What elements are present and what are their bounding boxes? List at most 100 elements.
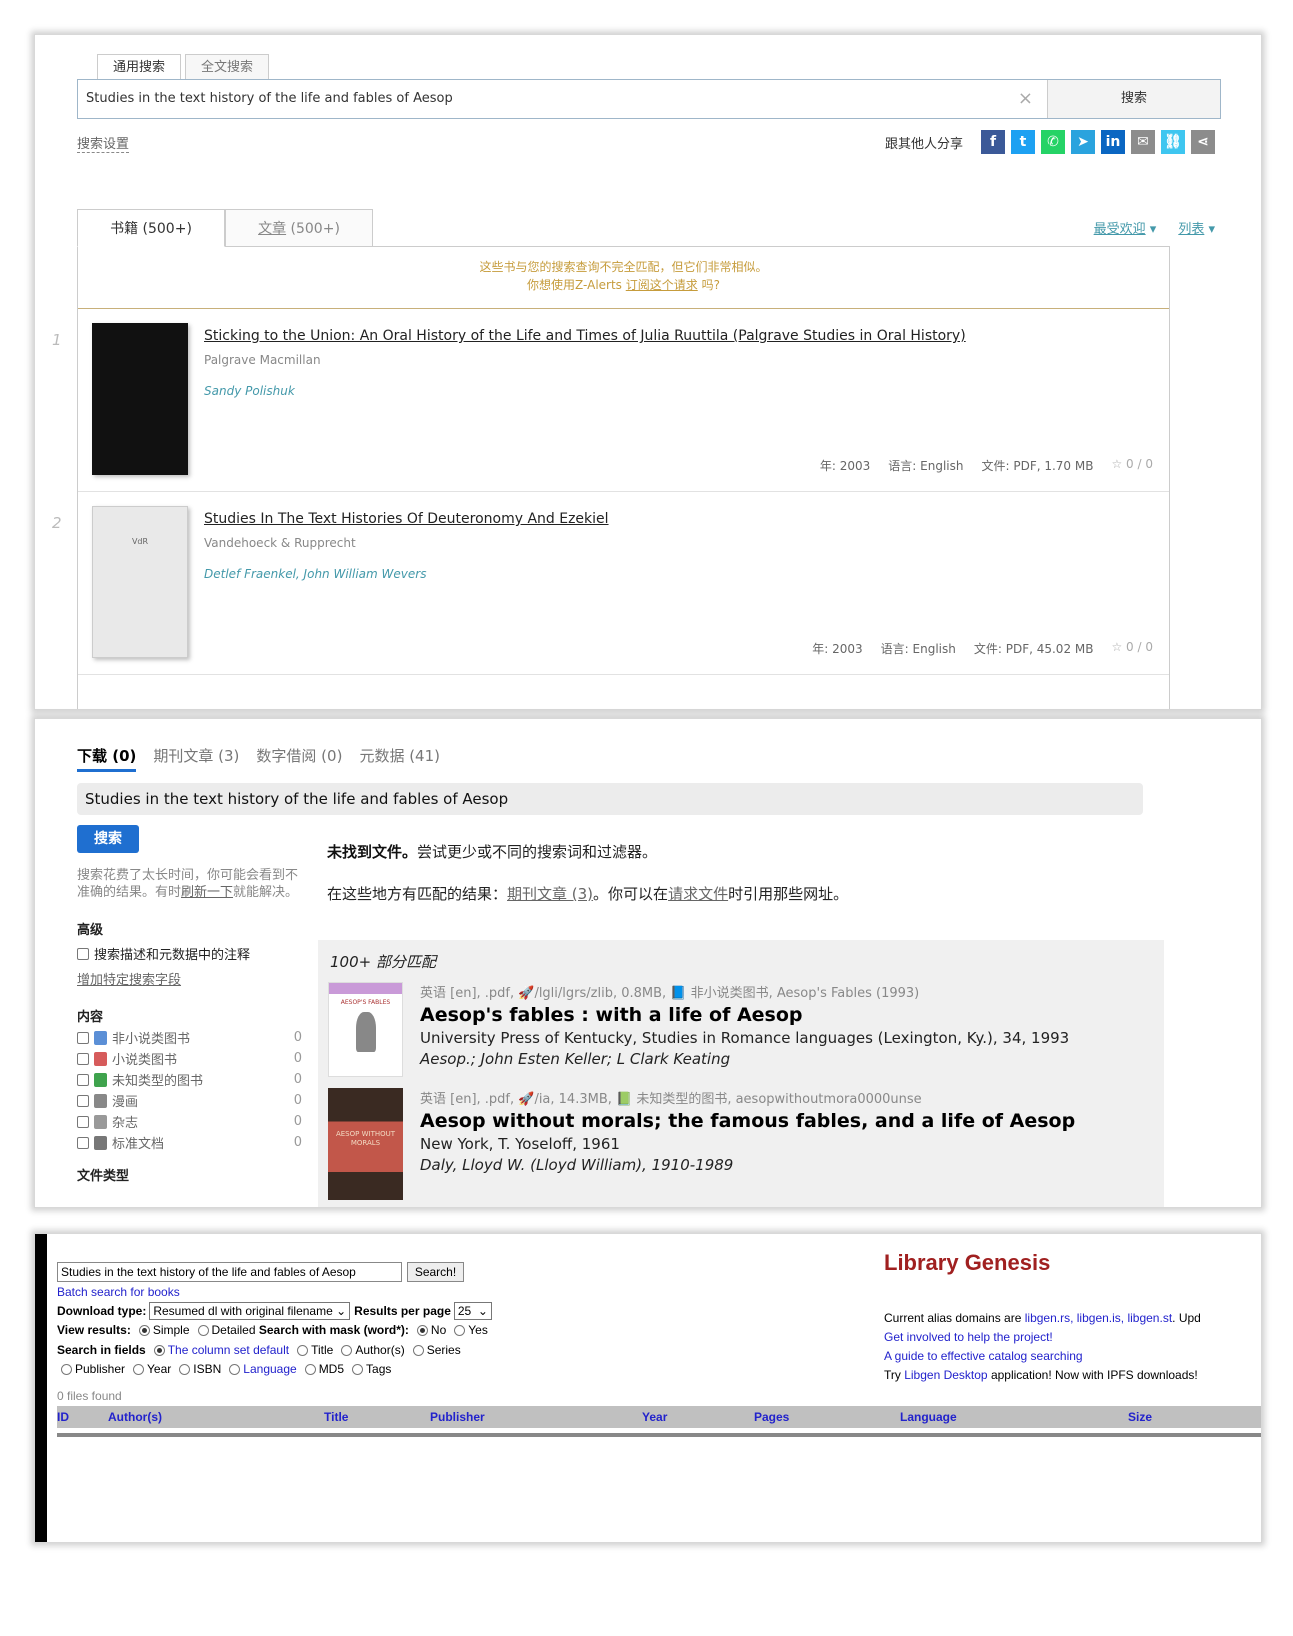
radio-field-language-label[interactable]: Language <box>243 1362 296 1376</box>
radio-simple[interactable] <box>138 1324 150 1336</box>
results-per-page-select[interactable]: 25 ⌄ <box>453 1302 492 1320</box>
column-year[interactable]: Year <box>642 1410 667 1424</box>
checkbox-box[interactable] <box>77 1115 89 1128</box>
email-icon[interactable]: ✉ <box>1131 130 1155 154</box>
search-button[interactable]: Search! <box>407 1262 464 1282</box>
libgen-desktop-link[interactable]: Libgen Desktop <box>904 1368 987 1382</box>
radio-mask-no[interactable] <box>416 1324 428 1336</box>
category-count: 0 <box>293 1093 302 1108</box>
left-border <box>35 1234 47 1542</box>
tab-general-search[interactable]: 通用搜索 <box>97 54 182 80</box>
elsewhere-text: 在这些地方有匹配的结果： <box>327 885 508 903</box>
column-pages[interactable]: Pages <box>754 1410 789 1424</box>
result-title-link[interactable]: Studies In The Text Histories Of Deutero… <box>204 511 609 527</box>
catalog-guide-link[interactable]: A guide to effective catalog searching <box>884 1349 1083 1363</box>
radio-field-series[interactable] <box>412 1344 424 1356</box>
column-language[interactable]: Language <box>900 1410 957 1424</box>
alias-domains-links[interactable]: libgen.rs, libgen.is, libgen.st <box>1025 1311 1172 1325</box>
twitter-icon[interactable]: t <box>1011 130 1035 154</box>
book-cover[interactable] <box>92 323 188 475</box>
radio-field-author[interactable] <box>341 1344 353 1356</box>
tab-digital-lending[interactable]: 数字借阅 (0) <box>256 745 342 772</box>
link-icon[interactable]: ⛓ <box>1161 130 1185 154</box>
column-authors[interactable]: Author(s) <box>108 1410 162 1424</box>
radio-field-tags[interactable] <box>352 1363 364 1375</box>
radio-field-default-label[interactable]: The column set default <box>168 1343 289 1357</box>
whatsapp-icon[interactable]: ✆ <box>1041 130 1065 154</box>
result-rating[interactable]: ☆ 0 / 0 <box>1111 457 1153 474</box>
book-thumbnail[interactable]: AESOP'S FABLES <box>328 982 403 1077</box>
download-type-select[interactable]: Resumed dl with original filename ⌄ <box>149 1302 351 1320</box>
journal-articles-link[interactable]: 期刊文章 (3) <box>507 885 593 903</box>
result-publisher[interactable]: Palgrave Macmillan <box>204 353 321 367</box>
checkbox-box[interactable] <box>77 1094 89 1107</box>
tab-books[interactable]: 书籍 (500+) <box>77 209 225 247</box>
view-mode-dropdown[interactable]: 列表 ▾ <box>1178 218 1215 237</box>
result-meta: 英语 [en], .pdf, 🚀/lgli/lgrs/zlib, 0.8MB, … <box>420 986 920 1001</box>
content-category-item[interactable]: 未知类型的图书 0 <box>77 1071 302 1089</box>
linkedin-icon[interactable]: in <box>1101 130 1125 154</box>
clear-icon[interactable]: × <box>1018 80 1033 118</box>
search-notes-checkbox[interactable]: 搜索描述和元数据中的注释 <box>77 944 302 963</box>
libgen-logo[interactable]: Library Genesis <box>884 1250 1050 1276</box>
result-authors[interactable]: Detlef Fraenkel, John William Wevers <box>204 567 426 581</box>
radio-field-isbn[interactable] <box>179 1363 191 1375</box>
telegram-icon[interactable]: ➤ <box>1071 130 1095 154</box>
column-title[interactable]: Title <box>324 1410 348 1424</box>
radio-mask-yes[interactable] <box>454 1324 466 1336</box>
get-involved-link[interactable]: Get involved to help the project! <box>884 1330 1053 1344</box>
checkbox-box[interactable] <box>77 1031 89 1044</box>
facebook-icon[interactable]: f <box>981 130 1005 154</box>
share-icon[interactable]: ⋖ <box>1191 130 1215 154</box>
content-category-item[interactable]: 非小说类图书 0 <box>77 1029 302 1047</box>
add-field-link[interactable]: 增加特定搜索字段 <box>77 969 302 988</box>
column-id[interactable]: ID <box>57 1410 69 1424</box>
radio-field-publisher[interactable] <box>61 1363 72 1375</box>
tab-articles[interactable]: 文章 (500+) <box>225 209 373 247</box>
radio-field-default[interactable] <box>153 1344 165 1356</box>
tab-fulltext-search[interactable]: 全文搜索 <box>185 54 270 80</box>
checkbox-box[interactable] <box>77 947 89 960</box>
checkbox-box[interactable] <box>77 1052 89 1065</box>
batch-search-link[interactable]: Batch search for books <box>57 1285 180 1299</box>
radio-field-publisher-label: Publisher <box>75 1362 126 1376</box>
result-title[interactable]: Aesop's fables : with a life of Aesop <box>420 1004 1069 1026</box>
result-title[interactable]: Aesop without morals; the famous fables,… <box>420 1110 1075 1132</box>
search-button[interactable]: 搜索 <box>77 825 139 853</box>
sort-popular-dropdown[interactable]: 最受欢迎 ▾ <box>1094 218 1157 237</box>
content-category-item[interactable]: 小说类图书 0 <box>77 1050 302 1068</box>
search-settings-link[interactable]: 搜索设置 <box>77 133 130 153</box>
tab-downloads[interactable]: 下载 (0) <box>77 745 137 772</box>
content-category-item[interactable]: 杂志 0 <box>77 1113 302 1131</box>
tab-metadata[interactable]: 元数据 (41) <box>359 745 440 772</box>
request-file-link[interactable]: 请求文件 <box>668 885 728 903</box>
column-size[interactable]: Size <box>1128 1410 1152 1424</box>
search-input[interactable]: Studies in the text history of the life … <box>77 783 1143 815</box>
radio-field-title[interactable] <box>297 1344 309 1356</box>
radio-field-md5[interactable] <box>304 1363 316 1375</box>
refresh-link[interactable]: 刷新一下 <box>181 885 233 900</box>
radio-field-language[interactable] <box>229 1363 241 1375</box>
checkbox-box[interactable] <box>77 1136 89 1149</box>
result-authors[interactable]: Sandy Polishuk <box>204 384 295 398</box>
content-category-item[interactable]: 标准文档 0 <box>77 1134 302 1152</box>
book-cover[interactable]: VdR <box>92 506 188 658</box>
thumbnail-text: AESOP'S FABLES <box>340 999 391 1006</box>
radio-field-year[interactable] <box>133 1363 145 1375</box>
checkbox-box[interactable] <box>77 1073 89 1086</box>
category-icon <box>94 1030 107 1045</box>
search-input[interactable]: Studies in the text history of the life … <box>57 1262 402 1282</box>
content-category-item[interactable]: 漫画 0 <box>77 1092 302 1110</box>
search-button[interactable]: 搜索 <box>1047 80 1220 118</box>
result-title-link[interactable]: Sticking to the Union: An Oral History o… <box>204 328 966 344</box>
search-input[interactable]: Studies in the text history of the life … <box>78 80 1047 118</box>
not-found-message: 未找到文件。尝试更少或不同的搜索词和过滤器。 <box>327 841 848 862</box>
result-rating[interactable]: ☆ 0 / 0 <box>1111 640 1153 657</box>
tab-journal-articles[interactable]: 期刊文章 (3) <box>153 745 239 772</box>
radio-detailed[interactable] <box>197 1324 209 1336</box>
column-publisher[interactable]: Publisher <box>430 1410 485 1424</box>
chevron-down-icon: ⌄ <box>336 1304 347 1318</box>
result-publisher[interactable]: Vandehoeck & Rupprecht <box>204 536 356 550</box>
subscribe-request-link[interactable]: 订阅这个请求 <box>626 278 698 292</box>
book-thumbnail[interactable]: AESOP WITHOUT MORALS <box>328 1088 403 1200</box>
